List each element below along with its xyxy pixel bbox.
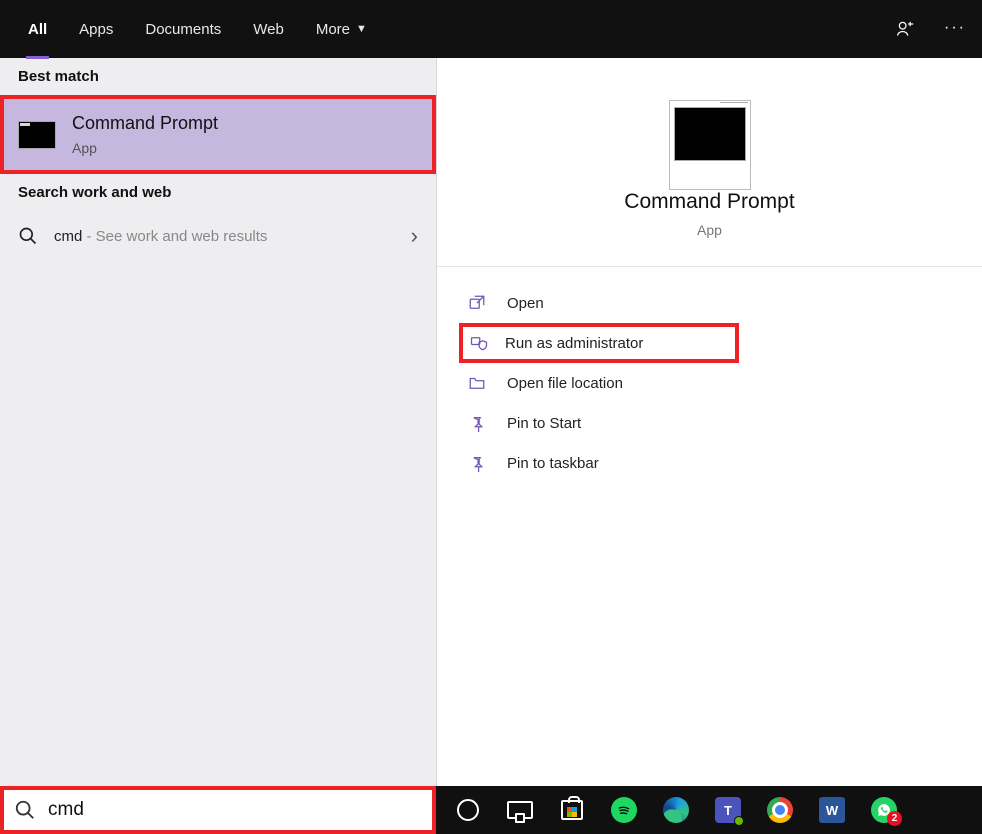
task-view-icon[interactable] [506,796,534,824]
word-letter: W [826,803,838,818]
action-open-location-label: Open file location [507,375,623,392]
tab-documents[interactable]: Documents [129,0,237,58]
spotify-icon[interactable] [610,796,638,824]
search-web-header: Search work and web [0,174,436,211]
taskbar-row: T W 2 [0,786,982,834]
open-icon [467,293,487,313]
status-available-icon [734,816,744,826]
action-run-admin-label: Run as administrator [505,335,643,352]
search-filter-tabs-bar: All Apps Documents Web More ▼ ··· [0,0,982,58]
taskbar: T W 2 [436,786,982,834]
tab-apps[interactable]: Apps [63,0,129,58]
best-match-text: Command Prompt App [72,113,218,156]
best-match-result[interactable]: Command Prompt App [0,95,436,174]
teams-letter: T [724,803,732,818]
app-kind: App [697,222,722,238]
preview-panel: Command Prompt App Open Ru [436,58,982,786]
teams-icon[interactable]: T [714,796,742,824]
action-open[interactable]: Open [437,283,982,323]
options-icon[interactable]: ··· [944,19,964,39]
folder-icon [467,373,487,393]
whatsapp-icon[interactable]: 2 [870,796,898,824]
ms-store-icon[interactable] [558,796,586,824]
chevron-down-icon: ▼ [356,23,367,35]
notification-badge: 2 [887,811,902,826]
search-box[interactable] [0,786,436,834]
action-pin-start-label: Pin to Start [507,415,581,432]
best-match-subtitle: App [72,140,218,156]
actions-list: Open Run as administrator Open file [437,267,982,499]
search-icon [18,226,38,246]
tab-more[interactable]: More ▼ [300,0,383,58]
search-input[interactable] [48,799,422,821]
web-search-hint: - See work and web results [82,228,267,245]
chrome-icon[interactable] [766,796,794,824]
feedback-icon[interactable] [896,19,916,39]
word-icon[interactable]: W [818,796,846,824]
search-content: Best match Command Prompt App Search wor… [0,58,982,786]
action-open-location[interactable]: Open file location [437,363,982,403]
best-match-title: Command Prompt [72,113,218,134]
web-search-text: cmd - See work and web results [54,228,267,245]
top-right-controls: ··· [896,19,970,39]
app-title: Command Prompt [624,190,794,214]
results-panel: Best match Command Prompt App Search wor… [0,58,436,786]
action-open-label: Open [507,295,544,312]
action-pin-start[interactable]: Pin to Start [437,403,982,443]
tab-all[interactable]: All [12,0,63,58]
command-prompt-icon [18,121,56,149]
action-pin-taskbar-label: Pin to taskbar [507,455,599,472]
pin-icon [467,453,487,473]
best-match-header: Best match [0,58,436,95]
tab-web[interactable]: Web [237,0,300,58]
pin-icon [467,413,487,433]
search-icon [14,799,36,821]
cortana-icon[interactable] [454,796,482,824]
tab-more-label: More [316,21,350,38]
action-run-admin[interactable]: Run as administrator [459,323,739,363]
command-prompt-icon [674,107,746,161]
app-large-icon-frame [669,100,751,190]
web-search-query: cmd [54,228,82,245]
app-header: Command Prompt App [437,58,982,267]
edge-icon[interactable] [662,796,690,824]
chevron-right-icon: › [411,223,418,249]
web-search-result[interactable]: cmd - See work and web results › [0,211,436,261]
tabs-group: All Apps Documents Web More ▼ [12,0,383,58]
action-pin-taskbar[interactable]: Pin to taskbar [437,443,982,483]
admin-shield-icon [469,333,489,353]
